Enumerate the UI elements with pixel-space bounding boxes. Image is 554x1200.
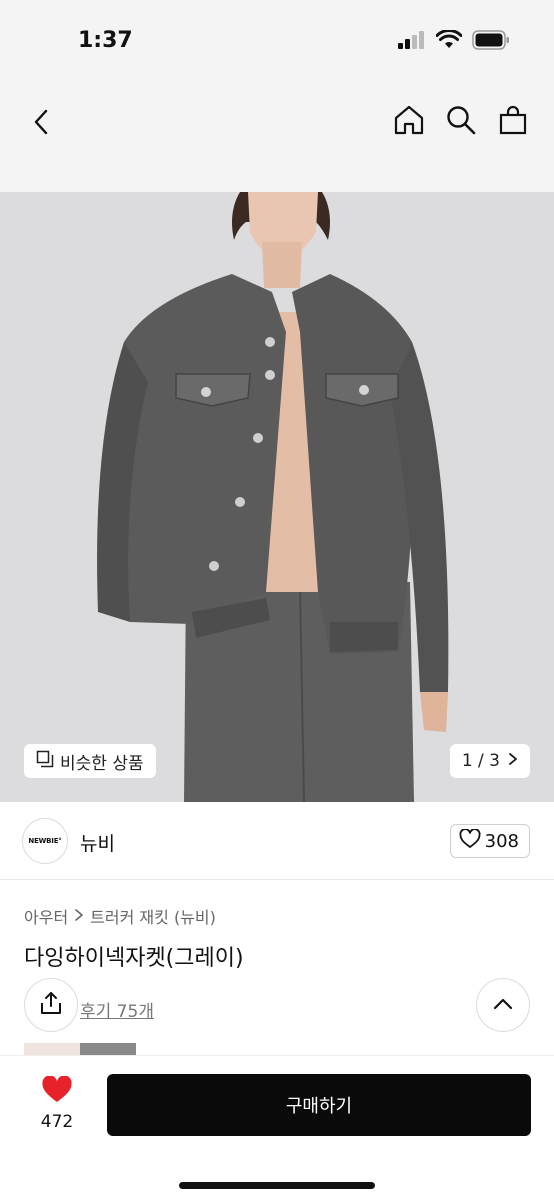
share-button[interactable] <box>24 978 78 1032</box>
breadcrumb-item[interactable]: 아우터 <box>24 904 68 928</box>
wishlist-button[interactable]: 472 <box>30 1075 84 1132</box>
product-title: 다잉하이넥자켓(그레이) <box>24 946 244 971</box>
chevron-right-icon <box>508 751 518 771</box>
nav-actions <box>392 100 530 140</box>
heart-outline-icon <box>459 827 481 854</box>
shop-logo[interactable]: NEWBIE° <box>22 818 68 864</box>
heart-filled-icon <box>41 1075 73 1108</box>
shop-row[interactable]: NEWBIE° 뉴비 308 <box>0 802 554 880</box>
product-image[interactable]: 비슷한 상품 1 / 3 <box>0 192 554 802</box>
chevron-up-icon <box>492 996 514 1015</box>
image-page-indicator[interactable]: 1 / 3 <box>449 744 530 778</box>
bottom-action-bar: 472 구매하기 <box>0 1055 554 1200</box>
signal-icon <box>398 31 426 53</box>
wifi-icon <box>435 29 463 54</box>
product-photo <box>0 192 554 802</box>
home-icon[interactable] <box>392 100 426 140</box>
copy-icon <box>36 750 54 773</box>
status-bar: 1:37 <box>0 0 554 80</box>
battery-icon <box>472 30 510 54</box>
breadcrumb-item[interactable]: 트러커 재킷 (뉴비) <box>90 904 216 928</box>
breadcrumb: 아우터 트러커 재킷 (뉴비) <box>24 904 216 928</box>
search-icon[interactable] <box>444 100 478 140</box>
back-chevron-icon[interactable] <box>24 102 58 142</box>
similar-products-button[interactable]: 비슷한 상품 <box>24 744 156 778</box>
share-icon <box>38 990 64 1020</box>
nav-bar <box>0 80 554 192</box>
page-indicator-text: 1 / 3 <box>461 751 500 771</box>
chevron-right-icon <box>74 907 84 926</box>
home-indicator <box>179 1182 375 1189</box>
similar-products-label: 비슷한 상품 <box>60 753 144 774</box>
wishlist-count: 472 <box>40 1112 74 1132</box>
scroll-top-button[interactable] <box>476 978 530 1032</box>
shop-name[interactable]: 뉴비 <box>80 829 115 856</box>
buy-button[interactable]: 구매하기 <box>107 1074 531 1136</box>
shop-like-button[interactable]: 308 <box>449 824 530 858</box>
review-link[interactable]: 후기 75개 <box>80 997 154 1022</box>
shopping-bag-icon[interactable] <box>496 100 530 140</box>
status-time: 1:37 <box>78 28 133 53</box>
shop-like-count: 308 <box>484 830 519 852</box>
status-icons <box>398 29 510 54</box>
